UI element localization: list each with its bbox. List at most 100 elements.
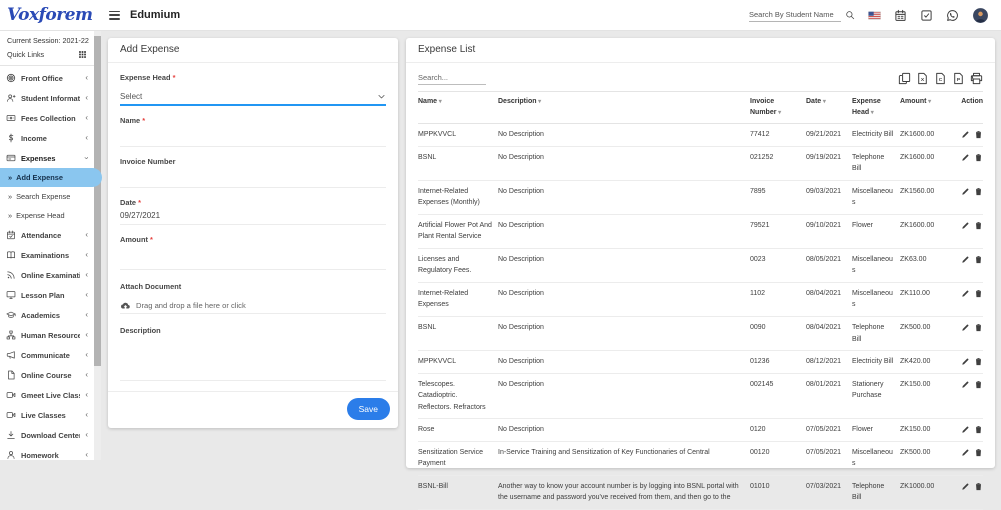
save-button[interactable]: Save bbox=[347, 398, 390, 420]
chevron-icon bbox=[80, 331, 88, 339]
sidebar-subitem-search-expense[interactable]: Search Expense bbox=[0, 187, 94, 206]
sidebar-item-download-center[interactable]: Download Center bbox=[0, 425, 94, 445]
file-dropzone[interactable]: Drag and drop a file here or click bbox=[120, 297, 386, 314]
sidebar-item-live-classes[interactable]: Live Classes bbox=[0, 405, 94, 425]
sidebar-item-examinations[interactable]: Examinations bbox=[0, 245, 94, 265]
delete-button[interactable] bbox=[974, 187, 983, 196]
cell-date: 08/04/2021 bbox=[806, 317, 852, 350]
cell-expense-head: Electricity Bill bbox=[852, 124, 900, 146]
grid-icon[interactable] bbox=[78, 50, 87, 59]
column-header-name[interactable]: Name bbox=[418, 97, 498, 118]
table-row: BSNL-BillAnother way to know your accoun… bbox=[418, 476, 983, 510]
sidebar-item-front-office[interactable]: Front Office bbox=[0, 68, 94, 88]
edit-button[interactable] bbox=[961, 482, 970, 491]
sidebar-item-expenses[interactable]: Expenses bbox=[0, 148, 94, 168]
csv-button[interactable] bbox=[934, 72, 947, 85]
tasks-icon[interactable] bbox=[920, 9, 933, 22]
delete-button[interactable] bbox=[974, 380, 983, 389]
cell-name: Rose bbox=[418, 419, 498, 441]
delete-button[interactable] bbox=[974, 153, 983, 162]
sidebar-scrollbar[interactable] bbox=[94, 30, 101, 460]
search-icon[interactable] bbox=[845, 10, 855, 20]
user-avatar-icon[interactable] bbox=[972, 7, 989, 24]
cell-name: Licenses and Regulatory Fees. bbox=[418, 249, 498, 282]
name-input[interactable] bbox=[120, 125, 386, 147]
edit-button[interactable] bbox=[961, 425, 970, 434]
video-icon bbox=[6, 410, 16, 420]
sidebar-subitem-label: Search Expense bbox=[16, 192, 70, 201]
delete-button[interactable] bbox=[974, 448, 983, 457]
sidebar-item-academics[interactable]: Academics bbox=[0, 305, 94, 325]
sidebar-item-student-information[interactable]: Student Information bbox=[0, 88, 94, 108]
edit-button[interactable] bbox=[961, 323, 970, 332]
form-footer: Save bbox=[108, 391, 398, 428]
copy-button[interactable] bbox=[898, 72, 911, 85]
sidebar-item-lesson-plan[interactable]: Lesson Plan bbox=[0, 285, 94, 305]
edit-button[interactable] bbox=[961, 380, 970, 389]
person-icon bbox=[6, 450, 16, 460]
cell-name: MPPKVVCL bbox=[418, 124, 498, 146]
edit-button[interactable] bbox=[961, 187, 970, 196]
us-flag-icon[interactable] bbox=[868, 9, 881, 22]
edit-button[interactable] bbox=[961, 130, 970, 139]
sidebar-item-online-course[interactable]: Online Course bbox=[0, 365, 94, 385]
sidebar-item-communicate[interactable]: Communicate bbox=[0, 345, 94, 365]
student-search-input[interactable] bbox=[749, 8, 841, 22]
delete-button[interactable] bbox=[974, 357, 983, 366]
cell-invoice-number: 0120 bbox=[750, 419, 806, 441]
column-header-expense-head[interactable]: Expense Head bbox=[852, 97, 900, 118]
date-input[interactable] bbox=[120, 207, 386, 225]
table-row: BSNLNo Description009008/04/2021Telephon… bbox=[418, 317, 983, 351]
pdf-button[interactable] bbox=[952, 72, 965, 85]
chevron-icon bbox=[80, 371, 88, 379]
amount-input[interactable] bbox=[120, 244, 386, 270]
sidebar-subitem-expense-head[interactable]: Expense Head bbox=[0, 206, 94, 225]
list-toolbar bbox=[406, 63, 995, 91]
edit-button[interactable] bbox=[961, 448, 970, 457]
cell-date: 09/03/2021 bbox=[806, 181, 852, 214]
delete-button[interactable] bbox=[974, 289, 983, 298]
edit-button[interactable] bbox=[961, 289, 970, 298]
chevron-icon bbox=[80, 231, 88, 239]
cell-name: Internet-Related Expenses bbox=[418, 283, 498, 316]
invoice-number-input[interactable] bbox=[120, 166, 386, 188]
delete-button[interactable] bbox=[974, 323, 983, 332]
add-expense-title: Add Expense bbox=[108, 38, 398, 63]
whatsapp-icon[interactable] bbox=[946, 9, 959, 22]
sidebar-item-attendance[interactable]: Attendance bbox=[0, 225, 94, 245]
delete-button[interactable] bbox=[974, 482, 983, 491]
print-button[interactable] bbox=[970, 72, 983, 85]
sidebar-item-gmeet-live-classes[interactable]: Gmeet Live Classes bbox=[0, 385, 94, 405]
hamburger-menu-icon[interactable] bbox=[109, 11, 120, 20]
sidebar-item-human-resource[interactable]: Human Resource bbox=[0, 325, 94, 345]
edit-button[interactable] bbox=[961, 255, 970, 264]
column-header-date[interactable]: Date bbox=[806, 97, 852, 118]
calendar-icon[interactable] bbox=[894, 9, 907, 22]
sidebar-item-income[interactable]: Income bbox=[0, 128, 94, 148]
column-header-description[interactable]: Description bbox=[498, 97, 750, 118]
edit-button[interactable] bbox=[961, 357, 970, 366]
delete-button[interactable] bbox=[974, 425, 983, 434]
edit-button[interactable] bbox=[961, 221, 970, 230]
cell-amount: ZK420.00 bbox=[900, 351, 952, 373]
sidebar-item-fees-collection[interactable]: Fees Collection bbox=[0, 108, 94, 128]
sidebar-item-label: Student Information bbox=[21, 94, 80, 103]
scrollbar-thumb[interactable] bbox=[94, 36, 101, 366]
delete-button[interactable] bbox=[974, 255, 983, 264]
sidebar-subitem-add-expense[interactable]: Add Expense bbox=[0, 168, 102, 187]
chevron-icon bbox=[80, 451, 88, 459]
description-textarea[interactable] bbox=[120, 335, 386, 381]
edit-button[interactable] bbox=[961, 153, 970, 162]
delete-button[interactable] bbox=[974, 221, 983, 230]
table-search-input[interactable] bbox=[418, 71, 486, 85]
sidebar-item-online-examinations[interactable]: Online Examinations bbox=[0, 265, 94, 285]
expense-head-select[interactable]: Select bbox=[120, 88, 386, 106]
excel-button[interactable] bbox=[916, 72, 929, 85]
delete-button[interactable] bbox=[974, 130, 983, 139]
invoice-number-label: Invoice Number bbox=[120, 157, 175, 166]
sidebar-item-homework[interactable]: Homework bbox=[0, 445, 94, 465]
column-header-invoice-number[interactable]: Invoice Number bbox=[750, 97, 806, 118]
table-row: Telescopes. Catadioptric. Reflectors. Re… bbox=[418, 374, 983, 420]
column-header-amount[interactable]: Amount bbox=[900, 97, 952, 118]
topbar-icon-strip bbox=[868, 7, 989, 24]
